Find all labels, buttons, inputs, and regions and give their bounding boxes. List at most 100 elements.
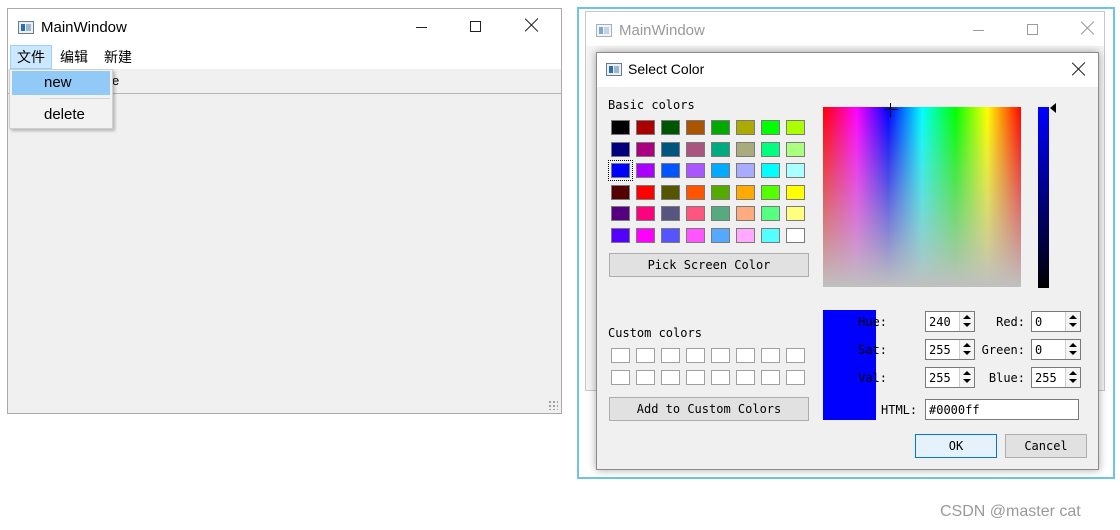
html-color-input[interactable]: #0000ff xyxy=(925,399,1079,420)
custom-color-swatch[interactable] xyxy=(661,348,680,363)
basic-color-swatch[interactable] xyxy=(711,228,730,243)
basic-color-swatch[interactable] xyxy=(736,206,755,221)
custom-color-swatch[interactable] xyxy=(686,370,705,385)
basic-color-swatch[interactable] xyxy=(636,228,655,243)
basic-color-swatch[interactable] xyxy=(736,185,755,200)
close-button[interactable] xyxy=(1064,12,1110,48)
basic-color-swatch[interactable] xyxy=(786,206,805,221)
custom-color-swatch[interactable] xyxy=(736,348,755,363)
value-slider[interactable] xyxy=(1038,107,1049,288)
basic-color-swatch[interactable] xyxy=(636,163,655,178)
close-icon xyxy=(524,17,540,33)
basic-color-swatch[interactable] xyxy=(611,185,630,200)
hue-saturation-picker[interactable] xyxy=(823,107,1021,287)
custom-color-swatch[interactable] xyxy=(711,370,730,385)
basic-color-swatch[interactable] xyxy=(686,228,705,243)
basic-color-swatch[interactable] xyxy=(661,228,680,243)
basic-color-swatch[interactable] xyxy=(661,206,680,221)
spin-arrows-icon[interactable] xyxy=(1065,312,1080,331)
close-icon xyxy=(1080,20,1096,36)
basic-color-swatch[interactable] xyxy=(761,228,780,243)
spin-arrows-icon[interactable] xyxy=(1065,368,1080,387)
title-bar[interactable]: MainWindow xyxy=(8,9,561,45)
custom-color-swatch[interactable] xyxy=(611,348,630,363)
basic-color-swatch[interactable] xyxy=(736,228,755,243)
menu-item-delete[interactable]: delete xyxy=(12,103,110,127)
basic-color-swatch[interactable] xyxy=(711,163,730,178)
crosshair-icon[interactable] xyxy=(884,103,898,117)
toolbar-action-label[interactable]: e xyxy=(112,73,119,88)
basic-color-swatch[interactable] xyxy=(661,142,680,157)
basic-color-swatch[interactable] xyxy=(786,142,805,157)
custom-color-swatch[interactable] xyxy=(786,370,805,385)
dialog-close-button[interactable] xyxy=(1060,53,1100,87)
custom-color-swatch[interactable] xyxy=(761,370,780,385)
custom-color-swatch[interactable] xyxy=(611,370,630,385)
basic-color-swatch[interactable] xyxy=(661,120,680,135)
custom-color-swatch[interactable] xyxy=(636,348,655,363)
blue-spinbox[interactable]: 255 xyxy=(1031,367,1081,388)
maximize-button[interactable] xyxy=(453,9,499,45)
close-button[interactable] xyxy=(508,9,554,45)
minimize-button[interactable] xyxy=(399,9,445,45)
basic-color-swatch[interactable] xyxy=(711,142,730,157)
custom-color-swatch[interactable] xyxy=(761,348,780,363)
dialog-title-bar[interactable]: Select Color xyxy=(597,53,1098,87)
basic-color-swatch[interactable] xyxy=(786,228,805,243)
basic-color-swatch[interactable] xyxy=(786,120,805,135)
add-to-custom-colors-button[interactable]: Add to Custom Colors xyxy=(609,397,809,421)
basic-color-swatch[interactable] xyxy=(786,163,805,178)
basic-color-swatch[interactable] xyxy=(761,185,780,200)
maximize-button[interactable] xyxy=(1010,12,1056,48)
red-spinbox[interactable]: 0 xyxy=(1031,311,1081,332)
green-spinbox[interactable]: 0 xyxy=(1031,339,1081,360)
custom-color-swatch[interactable] xyxy=(636,370,655,385)
basic-color-swatch[interactable] xyxy=(686,120,705,135)
title-bar-inactive[interactable]: MainWindow xyxy=(586,12,1104,46)
basic-color-swatch[interactable] xyxy=(636,142,655,157)
basic-color-swatch[interactable] xyxy=(761,142,780,157)
basic-color-swatch[interactable] xyxy=(611,228,630,243)
resize-grip[interactable] xyxy=(548,400,558,410)
basic-color-swatch[interactable] xyxy=(686,206,705,221)
val-label: Val: xyxy=(858,371,887,385)
basic-color-swatch[interactable] xyxy=(736,142,755,157)
basic-color-swatch[interactable] xyxy=(636,185,655,200)
basic-color-swatch[interactable] xyxy=(711,206,730,221)
spin-arrows-icon[interactable] xyxy=(1065,340,1080,359)
ok-button[interactable]: OK xyxy=(915,434,997,458)
custom-color-swatch[interactable] xyxy=(736,370,755,385)
basic-color-swatch[interactable] xyxy=(761,120,780,135)
custom-color-swatch[interactable] xyxy=(661,370,680,385)
basic-color-swatch[interactable] xyxy=(686,185,705,200)
cancel-button[interactable]: Cancel xyxy=(1005,434,1087,458)
basic-color-swatch[interactable] xyxy=(786,185,805,200)
basic-color-swatch[interactable] xyxy=(761,206,780,221)
basic-color-swatch[interactable] xyxy=(736,163,755,178)
slider-arrow-icon[interactable] xyxy=(1050,103,1056,113)
pick-screen-color-button[interactable]: Pick Screen Color xyxy=(609,253,809,277)
minimize-button[interactable] xyxy=(956,12,1002,48)
basic-color-swatch[interactable] xyxy=(761,163,780,178)
basic-color-swatch[interactable] xyxy=(611,142,630,157)
basic-color-swatch[interactable] xyxy=(608,160,633,181)
menu-item-new[interactable]: new xyxy=(12,71,110,95)
basic-color-swatch[interactable] xyxy=(611,206,630,221)
custom-color-swatch[interactable] xyxy=(686,348,705,363)
basic-color-swatch[interactable] xyxy=(611,120,630,135)
basic-color-swatch[interactable] xyxy=(661,185,680,200)
basic-color-swatch[interactable] xyxy=(711,185,730,200)
minimize-icon xyxy=(416,27,427,28)
basic-color-swatch[interactable] xyxy=(686,142,705,157)
basic-color-swatch[interactable] xyxy=(736,120,755,135)
custom-color-swatch[interactable] xyxy=(711,348,730,363)
basic-color-swatch[interactable] xyxy=(636,120,655,135)
custom-color-swatch[interactable] xyxy=(786,348,805,363)
basic-color-swatch[interactable] xyxy=(711,120,730,135)
menu-new[interactable]: 新建 xyxy=(98,45,138,69)
menu-file[interactable]: 文件 xyxy=(10,45,52,69)
menu-edit[interactable]: 编辑 xyxy=(54,45,94,69)
basic-color-swatch[interactable] xyxy=(686,163,705,178)
basic-color-swatch[interactable] xyxy=(661,163,680,178)
basic-color-swatch[interactable] xyxy=(636,206,655,221)
